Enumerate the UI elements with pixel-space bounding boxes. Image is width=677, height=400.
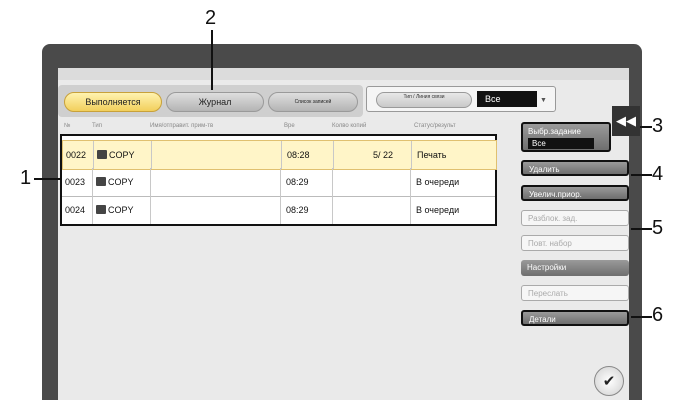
callout-line <box>631 228 652 230</box>
callout-line <box>34 178 60 180</box>
col-header-name: Имя/отправит. прим-тв <box>150 123 214 129</box>
dropdown-arrow-icon[interactable]: ▼ <box>540 97 550 107</box>
filter-label-button[interactable]: Тип / Линия связи <box>376 92 472 108</box>
tab-log[interactable]: Журнал <box>166 92 264 112</box>
table-row[interactable]: 0023 COPY 08:29 В очереди <box>62 168 495 197</box>
callout-line <box>631 316 652 318</box>
job-select-value: Все <box>528 138 594 149</box>
callout-line <box>640 126 652 128</box>
callout-line <box>211 30 213 90</box>
job-type: COPY <box>109 150 135 160</box>
settings-button[interactable]: Настройки <box>521 260 629 276</box>
copy-icon <box>97 150 107 160</box>
callout-1: 1 <box>20 167 32 189</box>
filter-value[interactable]: Все <box>477 91 537 107</box>
reprint-button[interactable]: Повт. набор <box>521 235 629 251</box>
release-job-button[interactable]: Разблок. зад. <box>521 210 629 226</box>
job-copies: 5/ 22 <box>373 150 394 160</box>
job-time: 08:29 <box>286 177 309 187</box>
job-select-button[interactable]: Выбр.задание Все <box>521 122 611 152</box>
details-button[interactable]: Детали <box>521 310 629 326</box>
forward-button[interactable]: Переслать <box>521 285 629 301</box>
job-table: 0022 COPY 08:28 5/ 22 Печать 0023 COPY 0… <box>60 134 497 226</box>
table-row[interactable]: 0022 COPY 08:28 5/ 22 Печать <box>62 140 497 170</box>
table-row[interactable]: 0024 COPY 08:29 В очереди <box>62 196 495 224</box>
callout-5: 5 <box>652 217 664 239</box>
ok-checkmark-icon[interactable]: ✔ <box>594 366 624 396</box>
job-status: В очереди <box>416 205 460 215</box>
job-number: 0024 <box>65 205 86 215</box>
delete-button[interactable]: Удалить <box>521 160 629 176</box>
col-header-no: № <box>64 123 71 129</box>
callout-6: 6 <box>652 304 664 326</box>
callout-4: 4 <box>652 163 664 185</box>
collapse-panel-icon[interactable]: ◀◀ <box>612 106 640 136</box>
job-time: 08:28 <box>287 150 310 160</box>
tab-list[interactable]: Список записей <box>268 92 358 112</box>
job-time: 08:29 <box>286 205 309 215</box>
job-number: 0022 <box>66 150 87 160</box>
tab-in-progress[interactable]: Выполняется <box>64 92 162 112</box>
job-status: Печать <box>417 150 447 160</box>
job-number: 0023 <box>65 177 86 187</box>
job-type: COPY <box>108 177 134 187</box>
job-status: В очереди <box>416 177 460 187</box>
top-bar <box>58 68 629 80</box>
col-header-type: Тип <box>92 123 103 129</box>
col-header-time: Вре <box>284 123 295 129</box>
copy-icon <box>96 205 106 215</box>
job-type: COPY <box>108 205 134 215</box>
callout-2: 2 <box>205 7 217 29</box>
col-header-copies: Колво копий <box>332 123 367 129</box>
job-select-label: Выбр.задание <box>528 127 581 136</box>
col-header-status: Статус/результ <box>414 123 456 129</box>
copy-icon <box>96 177 106 187</box>
callout-3: 3 <box>652 115 664 137</box>
raise-priority-button[interactable]: Увелич.приор. <box>521 185 629 201</box>
callout-line <box>631 174 652 176</box>
